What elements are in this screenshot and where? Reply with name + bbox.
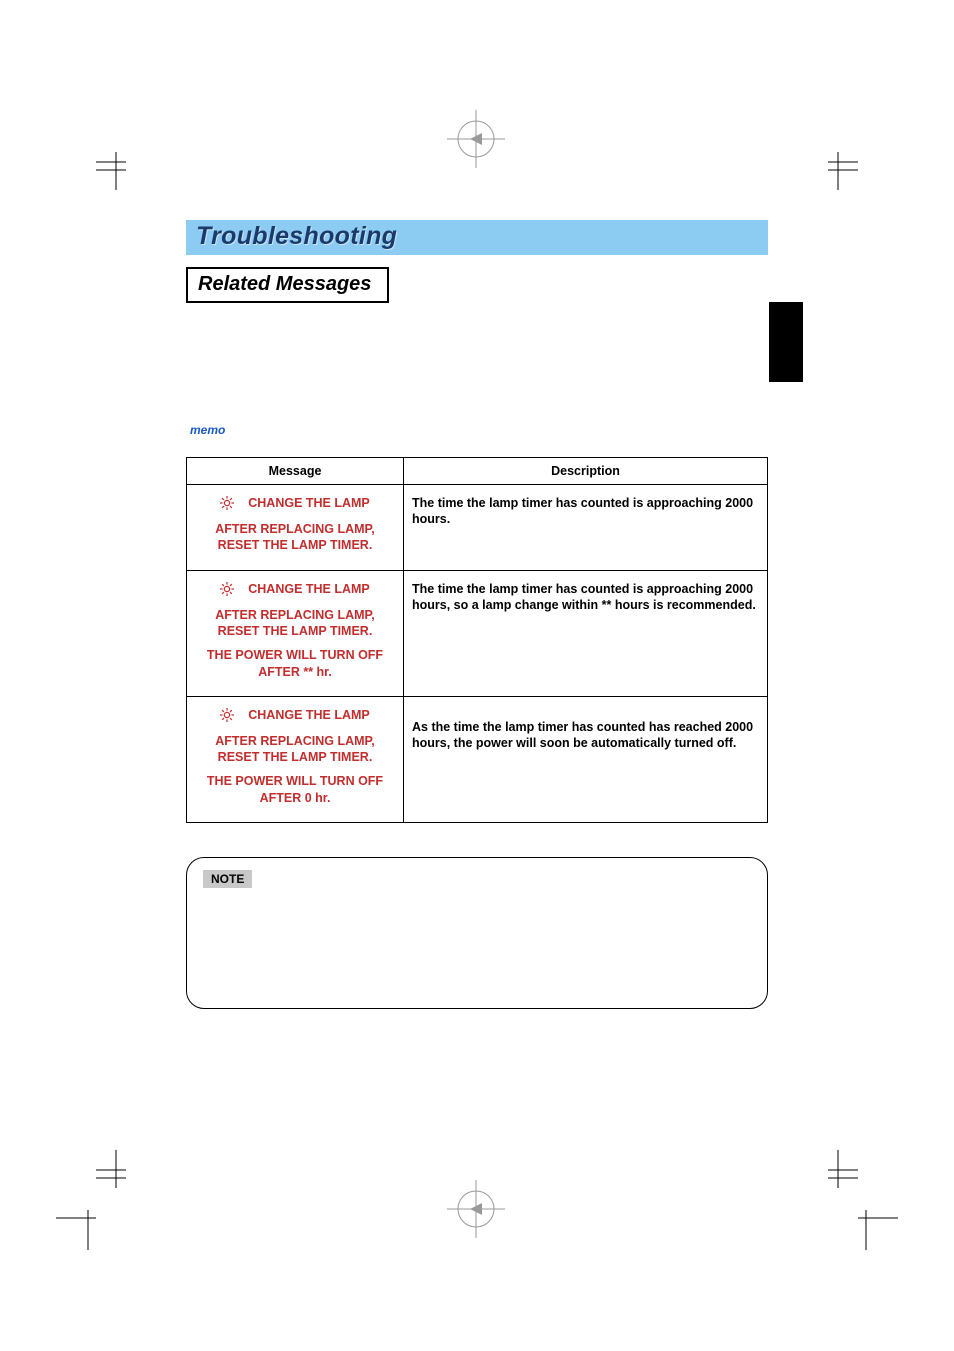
note-box: NOTE — [186, 857, 768, 1009]
note-label: NOTE — [203, 870, 252, 888]
crop-mark-icon — [96, 152, 126, 190]
message-line: AFTER REPLACING LAMP, — [195, 521, 395, 537]
memo-label: memo — [190, 423, 768, 437]
side-tab — [769, 302, 803, 382]
col-header-message: Message — [187, 458, 404, 485]
subsection-heading-box: Related Messages — [186, 267, 389, 303]
message-line: AFTER 0 hr. — [195, 790, 395, 806]
message-line: RESET THE LAMP TIMER. — [195, 749, 395, 765]
table-row: CHANGE THE LAMP AFTER REPLACING LAMP, RE… — [187, 485, 768, 571]
lamp-icon — [220, 582, 234, 596]
messages-table: Message Description CHANGE THE LAMP — [186, 457, 768, 823]
crop-mark-icon — [828, 1150, 858, 1188]
section-heading-bar: Troubleshooting — [186, 220, 768, 255]
page: Troubleshooting Related Messages memo Me… — [0, 0, 954, 1351]
message-line: RESET THE LAMP TIMER. — [195, 537, 395, 553]
message-line: RESET THE LAMP TIMER. — [195, 623, 395, 639]
message-line: CHANGE THE LAMP — [248, 581, 370, 597]
crop-mark-icon — [828, 152, 858, 190]
message-line: CHANGE THE LAMP — [248, 495, 370, 511]
registration-mark-top — [447, 110, 505, 168]
registration-mark-bottom — [447, 1180, 505, 1238]
lamp-icon — [220, 496, 234, 510]
message-line: THE POWER WILL TURN OFF — [195, 647, 395, 663]
table-row: CHANGE THE LAMP AFTER REPLACING LAMP, RE… — [187, 696, 768, 822]
col-header-description: Description — [404, 458, 768, 485]
crop-mark-icon — [858, 1210, 898, 1255]
message-line: THE POWER WILL TURN OFF — [195, 773, 395, 789]
crop-mark-icon — [96, 1150, 126, 1188]
message-line: CHANGE THE LAMP — [248, 707, 370, 723]
description-text: The time the lamp timer has counted is a… — [412, 495, 759, 528]
message-line: AFTER ** hr. — [195, 664, 395, 680]
description-text: As the time the lamp timer has counted h… — [412, 719, 759, 752]
description-text: The time the lamp timer has counted is a… — [412, 581, 759, 614]
message-line: AFTER REPLACING LAMP, — [195, 733, 395, 749]
subsection-heading: Related Messages — [198, 273, 371, 295]
content-area: Troubleshooting Related Messages memo Me… — [186, 220, 768, 1009]
section-heading: Troubleshooting — [196, 222, 397, 250]
table-row: CHANGE THE LAMP AFTER REPLACING LAMP, RE… — [187, 570, 768, 696]
crop-mark-icon — [56, 1210, 96, 1255]
message-line: AFTER REPLACING LAMP, — [195, 607, 395, 623]
lamp-icon — [220, 708, 234, 722]
